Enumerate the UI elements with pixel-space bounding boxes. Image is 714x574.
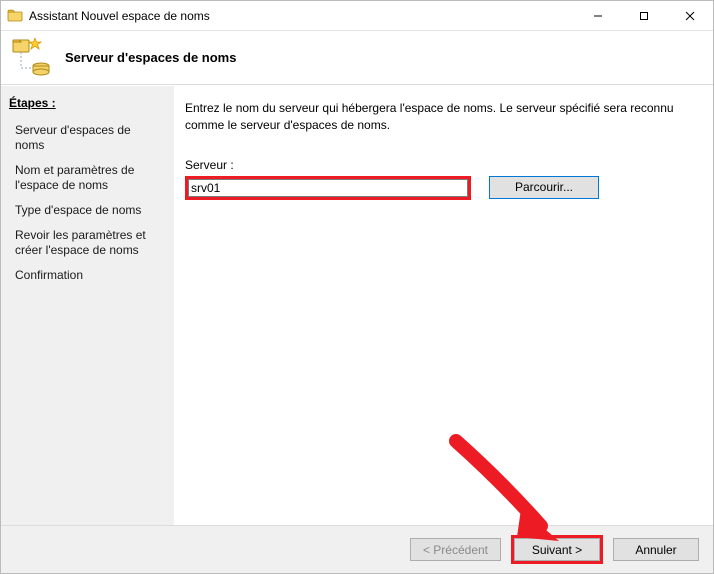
steps-heading: Étapes : [9, 96, 166, 114]
step-type[interactable]: Type d'espace de noms [9, 198, 166, 223]
window-title: Assistant Nouvel espace de noms [29, 9, 210, 23]
cancel-button[interactable]: Annuler [613, 538, 699, 561]
previous-button: < Précédent [410, 538, 501, 561]
server-input[interactable] [188, 179, 468, 197]
maximize-button[interactable] [621, 1, 667, 30]
page-title: Serveur d'espaces de noms [65, 50, 236, 65]
title-bar: Assistant Nouvel espace de noms [1, 1, 713, 31]
step-server[interactable]: Serveur d'espaces de noms [9, 118, 166, 158]
next-button-highlight: Suivant > [511, 535, 603, 564]
server-input-highlight [185, 176, 471, 200]
app-folder-icon [7, 8, 23, 24]
wizard-body: Étapes : Serveur d'espaces de noms Nom e… [1, 86, 713, 525]
step-confirmation[interactable]: Confirmation [9, 263, 166, 288]
steps-sidebar: Étapes : Serveur d'espaces de noms Nom e… [1, 86, 175, 525]
wizard-header: Serveur d'espaces de noms [1, 31, 713, 85]
browse-button[interactable]: Parcourir... [489, 176, 599, 199]
steps-list: Serveur d'espaces de noms Nom et paramèt… [9, 118, 166, 288]
instruction-text: Entrez le nom du serveur qui hébergera l… [185, 100, 685, 134]
server-label: Serveur : [185, 158, 693, 172]
minimize-button[interactable] [575, 1, 621, 30]
wizard-footer: < Précédent Suivant > Annuler [1, 525, 713, 573]
next-button[interactable]: Suivant > [514, 538, 600, 561]
wizard-namespace-icon [11, 38, 51, 78]
step-name-settings[interactable]: Nom et paramètres de l'espace de noms [9, 158, 166, 198]
step-review-create[interactable]: Revoir les paramètres et créer l'espace … [9, 223, 166, 263]
wizard-content: Entrez le nom du serveur qui hébergera l… [175, 86, 713, 525]
server-field-block: Serveur : Parcourir... [185, 158, 693, 200]
window-controls [575, 1, 713, 30]
close-button[interactable] [667, 1, 713, 30]
